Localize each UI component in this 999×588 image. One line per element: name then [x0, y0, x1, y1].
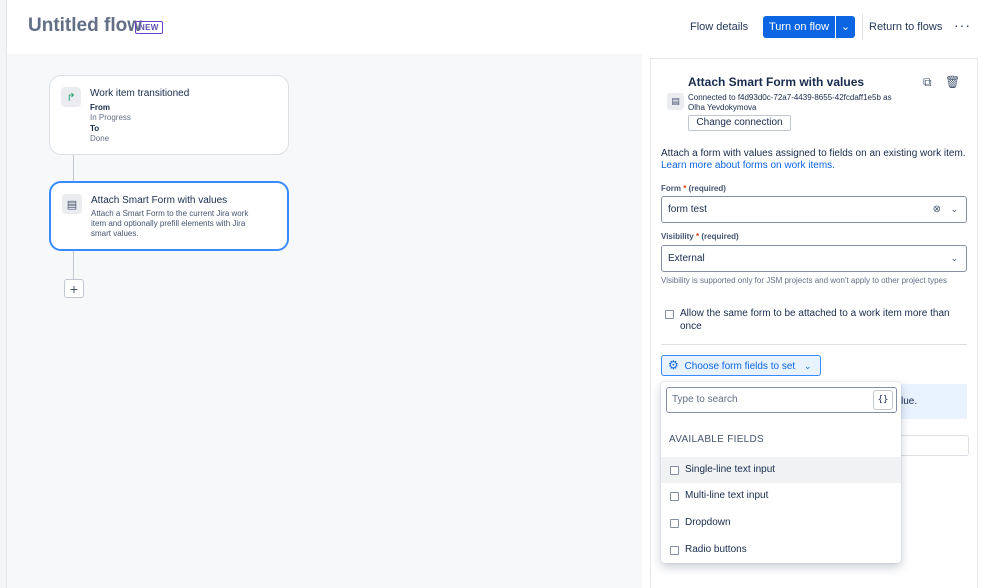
allow-same-form-checkbox[interactable] [665, 310, 674, 319]
flow-details-button[interactable]: Flow details [690, 16, 748, 38]
field-option[interactable]: Multi-line text input [661, 483, 901, 509]
turn-on-flow-button[interactable]: Turn on flow [763, 16, 835, 38]
action-description-line: smart values. [91, 229, 139, 238]
smart-value-button[interactable]: {} [873, 390, 893, 410]
action-title: Attach Smart Form with values [91, 195, 228, 206]
form-label: Form * (required) [661, 184, 726, 193]
gear-icon: ⚙ [668, 358, 679, 372]
field-checkbox[interactable] [670, 466, 679, 475]
field-option-label: Dropdown [685, 517, 731, 528]
to-value: Done [90, 134, 110, 143]
return-to-flows-button[interactable]: Return to flows [869, 16, 942, 38]
visibility-select-value: External [668, 253, 705, 264]
field-option[interactable]: Dropdown [661, 510, 901, 536]
chevron-down-icon: ⌄ [840, 21, 851, 33]
visibility-label-text: Visibility [661, 232, 694, 241]
field-option-label: Radio buttons [685, 544, 747, 555]
connector-line [73, 155, 74, 182]
chevron-down-icon: ⌄ [950, 253, 958, 263]
left-edge [0, 0, 7, 588]
clear-icon[interactable]: ⊗ [933, 197, 941, 222]
connection-line: Connected to f4d93d0c-72a7-4439-8655-42f… [688, 93, 892, 102]
action-description-line: item and optionally prefill elements wit… [91, 219, 246, 228]
field-option-label: Multi-line text input [685, 490, 769, 501]
transition-icon: ↱ [61, 87, 81, 107]
field-checkbox[interactable] [670, 519, 679, 528]
visibility-help-text: Visibility is supported only for JSM pro… [661, 276, 947, 285]
header-divider [862, 14, 863, 40]
connection-info: Connected to f4d93d0c-72a7-4439-8655-42f… [688, 93, 920, 113]
from-label: From [90, 103, 110, 112]
field-option[interactable]: Single-line text input [661, 457, 901, 483]
more-icon: ··· [954, 17, 971, 33]
to-label: To [90, 124, 100, 133]
duplicate-icon[interactable]: ⧉ [923, 75, 937, 89]
plus-icon: + [69, 280, 79, 297]
form-icon: ▤ [62, 194, 82, 214]
form-icon: ▤ [667, 93, 684, 110]
panel-description: Attach a form with values assigned to fi… [661, 148, 966, 159]
section-divider [661, 344, 967, 345]
action-description-line: Attach a Smart Form to the current Jira … [91, 209, 249, 218]
action-card[interactable]: ▤ Attach Smart Form with values Attach a… [49, 181, 289, 251]
info-message: lue. [890, 384, 967, 419]
background-field: t [890, 435, 969, 456]
search-placeholder: Type to search [672, 394, 738, 405]
connection-user: Olha Yevdokymova [688, 103, 757, 112]
turn-on-options-button[interactable]: ⌄ [836, 16, 855, 38]
choose-fields-label: Choose form fields to set [684, 361, 796, 372]
from-value: In Progress [90, 113, 131, 122]
new-badge: NEW [135, 21, 163, 34]
page-title: Untitled flow [28, 15, 142, 36]
visibility-select[interactable]: External ⌄ [661, 245, 967, 272]
field-option-label: Single-line text input [685, 464, 776, 475]
learn-more-link[interactable]: Learn more about forms on work items. [661, 160, 835, 171]
add-step-button[interactable]: + [64, 279, 84, 298]
chevron-down-icon: ⌄ [950, 204, 958, 214]
available-fields-heading: AVAILABLE FIELDS [669, 434, 765, 445]
field-checkbox[interactable] [670, 546, 679, 555]
form-select[interactable]: form test ⊗ ⌄ [661, 196, 967, 223]
form-required-text: (required) [688, 184, 726, 193]
field-search-input[interactable]: Type to search {} [666, 387, 897, 413]
choose-form-fields-button[interactable]: ⚙ Choose form fields to set ⌄ [661, 355, 821, 376]
form-label-text: Form [661, 184, 681, 193]
panel-title: Attach Smart Form with values [688, 75, 865, 89]
change-connection-button[interactable]: Change connection [688, 115, 791, 131]
visibility-required-text: (required) [701, 232, 739, 241]
allow-same-form-label: Allow the same form to be attached to a … [680, 308, 950, 332]
form-select-value: form test [668, 204, 707, 215]
field-option[interactable]: Radio buttons [661, 537, 901, 563]
trigger-title: Work item transitioned [90, 88, 190, 99]
connector-line [73, 251, 74, 279]
trigger-card[interactable]: ↱ Work item transitioned From In Progres… [49, 75, 289, 155]
field-checkbox[interactable] [670, 492, 679, 501]
visibility-label: Visibility * (required) [661, 232, 739, 241]
chevron-down-icon: ⌄ [803, 361, 812, 371]
required-marker: * [683, 184, 687, 193]
delete-icon[interactable]: 🗑 [945, 75, 960, 89]
form-fields-dropdown: Type to search {} AVAILABLE FIELDS Singl… [661, 382, 901, 563]
required-marker: * [696, 232, 700, 241]
more-options-button[interactable]: ··· [954, 14, 971, 36]
